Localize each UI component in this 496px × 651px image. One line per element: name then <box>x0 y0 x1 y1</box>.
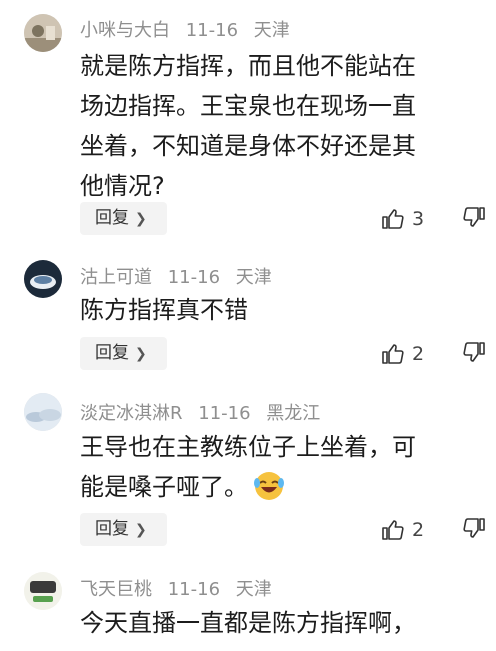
reply-label: 回复 <box>95 208 129 228</box>
comment-location: 天津 <box>253 20 290 41</box>
comment-location: 天津 <box>235 579 272 600</box>
reply-label: 回复 <box>95 519 129 539</box>
laughing-crying-emoji <box>252 468 286 502</box>
photo-avatar-dark <box>24 260 62 298</box>
comment-date: 11-16 <box>167 579 221 600</box>
thumbs-up-icon <box>382 344 404 364</box>
like-button[interactable]: 2 <box>380 516 424 544</box>
photo-avatar-green <box>24 572 62 610</box>
like-count: 3 <box>412 208 425 230</box>
avatar[interactable] <box>24 393 62 431</box>
comment-date: 11-16 <box>167 267 221 288</box>
dislike-button[interactable] <box>463 205 491 233</box>
chevron-right-icon: ❯ <box>135 346 147 362</box>
like-button[interactable]: 3 <box>380 205 424 233</box>
username[interactable]: 飞天巨桃 <box>80 579 152 600</box>
comment-text: 就是陈方指挥，而且他不能站在 场边指挥。王宝泉也在现场一直 坐着，不知道是身体不… <box>80 52 416 200</box>
avatar[interactable] <box>24 14 62 52</box>
comment-meta: 淡定冰淇淋R 11-16 黑龙江 <box>80 399 330 425</box>
dislike-button[interactable] <box>463 516 491 544</box>
comment-meta: 飞天巨桃 11-16 天津 <box>80 575 282 601</box>
comment-text: 王导也在主教练位子上坐着，可 能是嗓子哑了。 <box>80 427 480 507</box>
username[interactable]: 小咪与大白 <box>80 20 170 41</box>
reply-button[interactable]: 回复 ❯ <box>80 513 167 546</box>
comment-date: 11-16 <box>185 20 239 41</box>
thumbs-up-icon <box>382 520 404 540</box>
chevron-right-icon: ❯ <box>135 522 147 538</box>
comment-meta: 沽上可道 11-16 天津 <box>80 263 282 289</box>
avatar[interactable] <box>24 572 62 610</box>
comment-text: 陈方指挥真不错 <box>80 296 248 324</box>
reply-label: 回复 <box>95 343 129 363</box>
username[interactable]: 淡定冰淇淋R <box>80 403 183 424</box>
like-button[interactable]: 2 <box>380 340 424 368</box>
thumbs-down-icon <box>463 518 485 538</box>
thumbs-up-icon <box>382 209 404 229</box>
dislike-button[interactable] <box>463 340 491 368</box>
avatar[interactable] <box>24 260 62 298</box>
like-count: 2 <box>412 519 425 541</box>
like-count: 2 <box>412 343 425 365</box>
comment-text-content: 王导也在主教练位子上坐着，可 能是嗓子哑了。 <box>80 433 416 501</box>
comment-text: 今天直播一直都是陈方指挥啊， <box>80 609 416 637</box>
comment-date: 11-16 <box>198 403 251 424</box>
comment-location: 黑龙江 <box>266 403 321 424</box>
username[interactable]: 沽上可道 <box>80 267 152 288</box>
reply-button[interactable]: 回复 ❯ <box>80 202 167 235</box>
reply-button[interactable]: 回复 ❯ <box>80 337 167 370</box>
chevron-right-icon: ❯ <box>135 211 147 227</box>
comment-location: 天津 <box>235 267 272 288</box>
comment-meta: 小咪与大白 11-16 天津 <box>80 16 300 42</box>
thumbs-down-icon <box>463 207 485 227</box>
thumbs-down-icon <box>463 342 485 362</box>
photo-avatar-beige <box>24 14 62 52</box>
photo-avatar-clouds <box>24 393 62 431</box>
